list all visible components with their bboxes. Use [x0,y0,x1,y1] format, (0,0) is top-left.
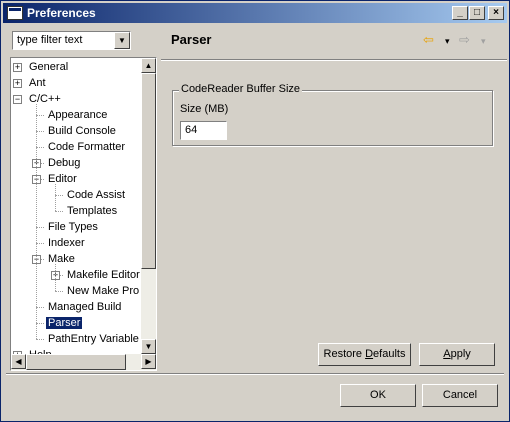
group-title: CodeReader Buffer Size [179,83,303,95]
tree-item-label: New Make Pro [67,285,140,297]
restore-defaults-button[interactable]: Restore Defaults [318,343,411,366]
tree-item[interactable]: PathEntry Variable [46,332,141,347]
tree-connector [36,227,44,228]
tree-item-label: Editor [48,173,77,185]
tree-item-label: Templates [67,205,118,217]
tree-item[interactable]: Managed Build [46,300,123,315]
filter-input[interactable]: type filter text [17,34,82,46]
tree-item[interactable]: Build Console [46,124,118,139]
filter-combo[interactable]: type filter text ▼ [12,31,131,50]
tree-item-label: File Types [48,221,98,233]
tree-item-label: Debug [48,157,81,169]
tree-item[interactable]: C/C++ [27,92,63,107]
tree-item-label: Code Assist [67,189,126,201]
tree-connector [36,323,44,324]
tree-item-label: General [29,61,69,73]
tree-item[interactable]: Code Assist [65,188,127,203]
maximize-button[interactable]: □ [469,6,485,20]
tree-connector [55,291,63,292]
tree-item[interactable]: Ant [27,76,48,91]
tree-panel: type filter text ▼ General + Ant + C/C++ − App… [6,26,158,372]
window-icon [7,6,23,20]
size-label: Size (MB) [180,103,229,115]
tree-item[interactable]: New Make Pro [65,284,141,299]
restore-defaults-label-a: Restore [323,348,366,360]
tree-connector [36,147,44,148]
tree-vertical-scrollbar[interactable]: ▲ ▼ [141,58,156,354]
tree-connector [55,211,63,212]
window-title: Preferences [27,6,96,20]
tree-connector [36,115,44,116]
page-title: Parser [171,32,212,47]
footer-separator [6,373,504,375]
scroll-down-button[interactable]: ▼ [141,339,156,354]
expand-icon[interactable]: + [13,63,22,72]
cancel-button[interactable]: Cancel [422,384,498,407]
tree-connector [55,264,56,291]
ok-button[interactable]: OK [340,384,416,407]
apply-mnemonic: A [443,348,451,360]
collapse-icon[interactable]: − [13,95,22,104]
title-bar[interactable]: Preferences _ □ × [3,3,507,23]
expand-icon[interactable]: + [13,79,22,88]
apply-label: pply [450,348,471,360]
tree-connector [36,307,44,308]
minimize-button[interactable]: _ [452,6,468,20]
size-input[interactable]: 64 [180,121,227,140]
tree-item[interactable]: Debug [46,156,82,171]
tree-item[interactable]: Parser [46,316,83,331]
tree-item-label: C/C++ [29,93,61,105]
tree-item[interactable]: Templates [65,204,119,219]
forward-menu-icon[interactable]: ▾ [481,36,486,47]
forward-arrow-icon[interactable]: ⇨ [459,32,470,48]
tree-item-label: Makefile Editor [67,269,140,281]
tree-item[interactable]: Indexer [46,236,87,251]
tree-item[interactable]: File Types [46,220,100,235]
tree-item-label: Parser [46,317,83,329]
tree-connector [36,339,44,340]
scroll-left-button[interactable]: ◀ [11,354,26,369]
header-separator [161,59,507,61]
tree-connector [36,104,37,339]
apply-button[interactable]: Apply [419,343,495,366]
tree-item-label: Make [48,253,75,265]
restore-defaults-mnemonic: D [365,348,374,360]
tree-item-label: Indexer [48,237,85,249]
tree-horizontal-scrollbar[interactable]: ◀ ▶ [11,354,156,370]
tree-connector [55,195,63,196]
restore-defaults-label-b: efaults [373,348,406,360]
tree-item-label: Build Console [48,125,116,137]
tree-item-label: Managed Build [48,301,122,313]
close-button[interactable]: × [488,6,504,20]
page-panel: Parser ⇦ ▾ ⇨ ▾ CodeReader Buffer Size Si… [161,25,507,373]
tree-item[interactable]: Code Formatter [46,140,127,155]
filter-dropdown-button[interactable]: ▼ [114,32,130,49]
back-menu-icon[interactable]: ▾ [445,36,450,47]
tree-item-label: Ant [29,77,46,89]
hscroll-thumb[interactable] [26,354,126,370]
tree-connector [36,243,44,244]
tree-item-label: Code Formatter [48,141,126,153]
tree-connector [36,131,44,132]
tree-item[interactable]: Editor [46,172,79,187]
tree-item-label: PathEntry Variable [48,333,139,345]
scroll-thumb[interactable] [141,73,156,269]
tree-item[interactable]: General [27,60,70,75]
back-arrow-icon[interactable]: ⇦ [423,32,434,48]
preferences-tree[interactable]: General + Ant + C/C++ − Appearance Build Consol… [10,57,157,371]
scroll-up-button[interactable]: ▲ [141,58,156,73]
buffer-size-group: CodeReader Buffer Size Size (MB) 64 [172,83,493,146]
tree-connector [55,184,56,211]
preferences-window: Preferences _ □ × type filter text ▼ Gen… [0,0,510,422]
tree-item-label: Appearance [48,109,108,121]
tree-items: General + Ant + C/C++ − Appearance Build Consol… [11,58,142,354]
tree-item[interactable]: Make [46,252,77,267]
tree-item[interactable]: Appearance [46,108,109,123]
tree-item[interactable]: Makefile Editor [65,268,142,283]
scroll-right-button[interactable]: ▶ [141,354,156,369]
